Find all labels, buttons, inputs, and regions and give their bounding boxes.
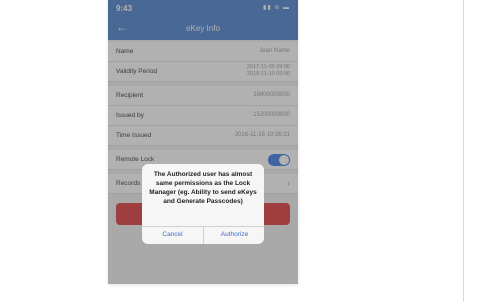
dialog-message: The Authorized user has almost same perm… (149, 171, 257, 205)
cancel-button[interactable]: Cancel (142, 226, 203, 244)
authorize-button[interactable]: Authorize (204, 226, 264, 244)
phone-screen: 9:43 ▮▮ ≋ ▬ ← eKey Info Name Jean Name V… (108, 0, 298, 284)
authorize-dialog: The Authorized user has almost same perm… (142, 164, 264, 244)
page-divider (463, 0, 464, 302)
